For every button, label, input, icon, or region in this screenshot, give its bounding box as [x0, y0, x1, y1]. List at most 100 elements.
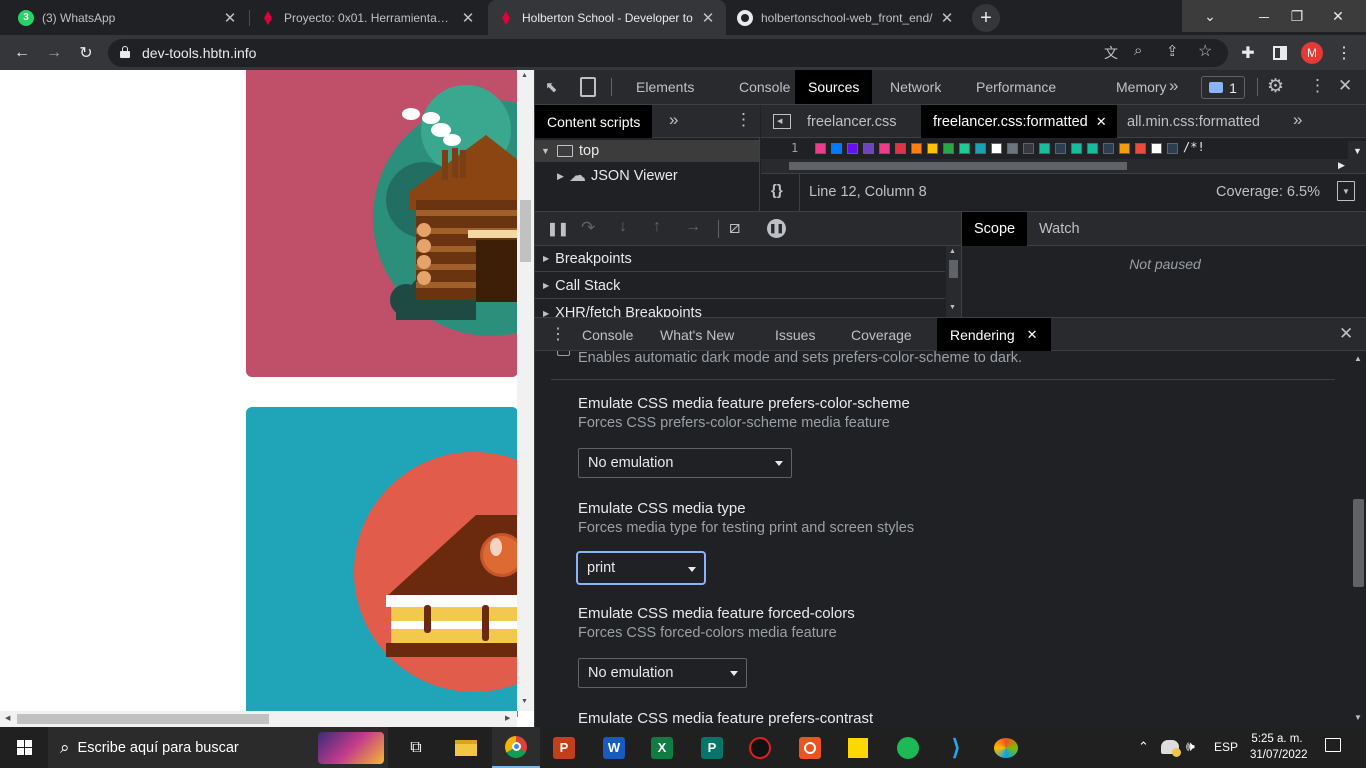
tab-network[interactable]: Network — [877, 70, 954, 104]
file-tab-freelancer-css[interactable]: freelancer.css — [795, 105, 908, 138]
color-swatch[interactable] — [1039, 143, 1050, 154]
drawer-menu-icon[interactable]: ⋮ — [550, 324, 566, 344]
back-button[interactable]: ← — [10, 41, 34, 65]
color-swatch[interactable] — [847, 143, 858, 154]
tray-chevron-up-icon[interactable]: ⌃ — [1138, 739, 1149, 755]
scroll-right-arrow[interactable]: ▶ — [1338, 160, 1345, 171]
forced-colors-select[interactable]: No emulation — [578, 658, 747, 688]
close-icon[interactable]: ✕ — [222, 9, 238, 27]
deactivate-breakpoints-icon[interactable]: ⧄ — [729, 217, 740, 238]
more-tabs-icon[interactable]: » — [1169, 76, 1178, 96]
color-swatch[interactable] — [1151, 143, 1162, 154]
sticky-notes-button[interactable] — [834, 727, 882, 768]
start-button[interactable] — [0, 727, 48, 768]
tab-console[interactable]: Console — [726, 70, 803, 104]
chrome-button[interactable] — [492, 727, 540, 768]
color-swatch[interactable] — [1167, 143, 1178, 154]
scrollbar-thumb[interactable] — [1353, 499, 1364, 587]
task-view-button[interactable]: ⧉ — [392, 727, 440, 768]
show-debugger-icon[interactable]: ▼ — [1337, 181, 1355, 201]
close-icon[interactable]: ✕ — [1096, 114, 1107, 130]
drawer-tab-issues[interactable]: Issues — [762, 318, 828, 351]
tab-whatsapp[interactable]: 3 (3) WhatsApp ✕ — [8, 0, 248, 35]
navigator-menu-icon[interactable]: ⋮ — [735, 110, 752, 130]
device-toolbar-icon[interactable] — [580, 77, 596, 97]
color-swatch[interactable] — [831, 143, 842, 154]
step-into-icon[interactable]: ↓ — [619, 218, 627, 236]
scroll-up-arrow[interactable]: ▲ — [521, 72, 528, 79]
tab-proyecto[interactable]: Proyecto: 0x01. Herramientas par ✕ — [250, 0, 486, 35]
close-devtools-icon[interactable]: ✕ — [1338, 76, 1352, 96]
portfolio-card-cabin[interactable] — [246, 70, 518, 377]
extensions-button[interactable]: ✚ — [1236, 41, 1260, 65]
profile-avatar[interactable]: M — [1300, 41, 1324, 65]
reload-button[interactable]: ↻ — [74, 41, 98, 65]
step-icon[interactable]: → — [685, 218, 701, 236]
close-drawer-icon[interactable]: ✕ — [1339, 324, 1353, 344]
code-line[interactable]: 1 /*! — [761, 139, 1366, 156]
color-swatch[interactable] — [943, 143, 954, 154]
color-swatch[interactable] — [1007, 143, 1018, 154]
close-icon[interactable]: ✕ — [460, 9, 476, 27]
scroll-down-arrow[interactable]: ▼ — [521, 698, 528, 705]
color-swatch[interactable] — [1103, 143, 1114, 154]
rendering-scrollbar[interactable]: ▲ ▼ — [1350, 351, 1366, 727]
sections-scrollbar[interactable]: ▲ ▼ — [946, 246, 961, 317]
powerpoint-button[interactable]: P — [540, 727, 588, 768]
vertical-scrollbar[interactable]: ▲ ▼ — [517, 70, 534, 711]
color-swatch[interactable] — [911, 143, 922, 154]
color-swatch[interactable] — [879, 143, 890, 154]
tab-content-scripts[interactable]: Content scripts — [535, 105, 653, 138]
color-swatch[interactable] — [815, 143, 826, 154]
section-breakpoints[interactable]: ▶ Breakpoints — [535, 246, 945, 272]
editor-horizontal-scrollbar[interactable]: ▶ — [761, 159, 1366, 173]
drawer-tab-console[interactable]: Console — [569, 318, 646, 351]
scroll-right-arrow[interactable]: ▶ — [505, 714, 510, 722]
scrollbar-thumb[interactable] — [520, 200, 531, 262]
horizontal-scrollbar[interactable]: ◀ ▶ — [0, 711, 517, 727]
section-call-stack[interactable]: ▶ Call Stack — [535, 273, 945, 299]
pause-icon[interactable]: ❚❚ — [547, 221, 569, 237]
zoom-icon[interactable]: ⌕ — [1134, 42, 1142, 59]
color-swatch[interactable] — [1087, 143, 1098, 154]
tree-item-top[interactable]: ▼ top — [535, 140, 759, 162]
color-swatch[interactable] — [975, 143, 986, 154]
tab-scope[interactable]: Scope — [962, 212, 1028, 246]
settings-gear-icon[interactable]: ⚙ — [1267, 75, 1284, 98]
prefers-color-scheme-select[interactable]: No emulation — [578, 448, 792, 478]
scrollbar-thumb[interactable] — [789, 162, 1127, 170]
share-icon[interactable]: ⇪ — [1166, 42, 1179, 60]
close-icon[interactable]: ✕ — [700, 9, 716, 27]
tab-performance[interactable]: Performance — [963, 70, 1069, 104]
scrollbar-thumb[interactable] — [17, 714, 269, 724]
color-swatch[interactable] — [863, 143, 874, 154]
paint-button[interactable] — [982, 727, 1030, 768]
onedrive-icon[interactable] — [1161, 740, 1181, 757]
close-window-button[interactable]: ✕ — [1310, 0, 1366, 32]
drawer-tab-rendering[interactable]: Rendering ✕ — [937, 318, 1051, 351]
tab-elements[interactable]: Elements — [623, 70, 707, 104]
side-panel-button[interactable] — [1268, 41, 1292, 65]
editor-scroll-down-arrow[interactable]: ▼ — [1348, 141, 1366, 160]
tab-holberton-devtools[interactable]: Holberton School - Developer to ✕ — [488, 0, 726, 35]
pretty-print-icon[interactable]: {} — [771, 182, 783, 199]
media-type-select[interactable]: print — [576, 551, 706, 585]
color-swatch[interactable] — [1135, 143, 1146, 154]
color-swatch[interactable] — [895, 143, 906, 154]
auto-dark-mode-checkbox[interactable] — [557, 351, 570, 356]
color-swatch[interactable] — [1055, 143, 1066, 154]
clock[interactable]: 5:25 a. m. 31/07/2022 — [1250, 731, 1308, 763]
vscode-button[interactable]: ⟩ — [932, 727, 980, 768]
issues-counter-button[interactable]: 1 — [1201, 76, 1245, 99]
taskbar-search-box[interactable]: ⌕ Escribe aquí para buscar — [48, 727, 388, 768]
address-bar[interactable]: dev-tools.hbtn.info ⽂ ⌕ ⇪ ☆ — [108, 39, 1228, 67]
file-tab-freelancer-formatted[interactable]: freelancer.css:formatted ✕ — [921, 105, 1117, 138]
color-swatch[interactable] — [927, 143, 938, 154]
ubuntu-button[interactable] — [786, 727, 834, 768]
color-swatch[interactable] — [1023, 143, 1034, 154]
tab-search-button[interactable]: ⌄ — [1182, 0, 1238, 32]
color-swatch[interactable] — [959, 143, 970, 154]
volume-icon[interactable]: 🕪 — [1186, 738, 1195, 755]
spotify-button[interactable] — [884, 727, 932, 768]
close-icon[interactable]: ✕ — [1027, 327, 1038, 343]
